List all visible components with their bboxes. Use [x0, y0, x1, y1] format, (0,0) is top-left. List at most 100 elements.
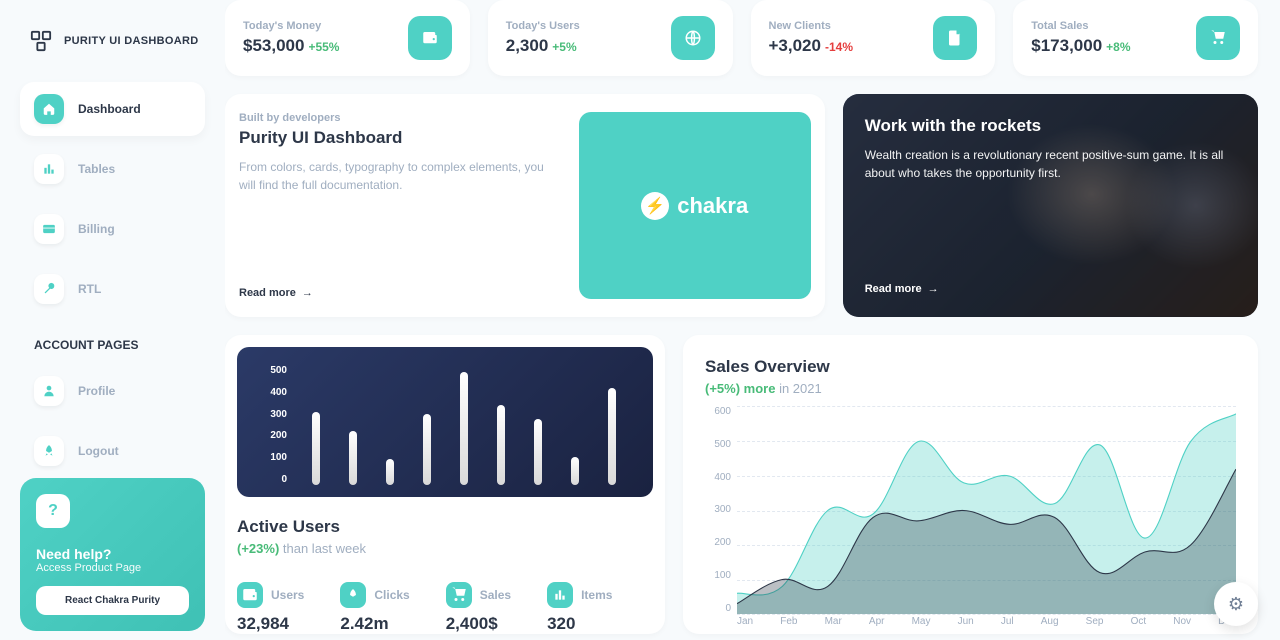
stat-value: $53,000: [243, 36, 304, 55]
x-ticks: JanFebMarAprMayJunJulAugSepOctNovDec: [737, 616, 1236, 634]
brand-logo[interactable]: PURITY UI DASHBOARD: [20, 30, 205, 52]
bolt-icon: ⚡: [641, 192, 669, 220]
active-users-rest: than last week: [279, 541, 366, 556]
y-tick: 300: [245, 409, 287, 420]
nav-tables[interactable]: Tables: [20, 142, 205, 196]
stat-label: Total Sales: [1031, 20, 1130, 32]
x-tick: Jul: [1001, 616, 1014, 634]
stat-value: +3,020: [769, 36, 821, 55]
stat-label: New Clients: [769, 20, 854, 32]
home-icon: [34, 94, 64, 124]
bar: [571, 457, 579, 485]
nav-rtl[interactable]: RTL: [20, 262, 205, 316]
cart-icon: [1196, 16, 1240, 60]
intro-card: Built by developers Purity UI Dashboard …: [225, 94, 825, 317]
y-tick: 300: [705, 504, 731, 515]
nav-main: Dashboard Tables Billing RTL: [20, 82, 205, 316]
brand-name: PURITY UI DASHBOARD: [64, 35, 198, 47]
sales-title: Sales Overview: [705, 357, 1236, 377]
stat-delta: +5%: [552, 40, 576, 54]
intro-title: Purity UI Dashboard: [239, 128, 561, 148]
stat-value: $173,000: [1031, 36, 1102, 55]
nav-label: Logout: [78, 444, 119, 458]
wallet-icon: [237, 582, 263, 608]
bar-chart-plot: [297, 365, 631, 485]
intro-pretitle: Built by developers: [239, 112, 561, 124]
question-icon: ?: [36, 494, 70, 528]
mini-label: Sales: [480, 588, 511, 602]
stat-cards-row: Today's Money $53,000 +55% Today's Users …: [225, 0, 1258, 76]
rocket-read-more[interactable]: Read more →: [865, 283, 939, 295]
x-tick: Sep: [1086, 616, 1104, 634]
help-button[interactable]: React Chakra Purity: [36, 586, 189, 615]
stat-delta: -14%: [825, 40, 853, 54]
nav-label: Profile: [78, 384, 115, 398]
y-ticks: 600 500 400 300 200 100 0: [705, 406, 731, 614]
nav-logout[interactable]: Logout: [20, 424, 205, 478]
y-tick: 600: [705, 406, 731, 417]
sidebar: PURITY UI DASHBOARD Dashboard Tables Bil…: [0, 0, 225, 640]
nav-profile[interactable]: Profile: [20, 364, 205, 418]
y-tick: 500: [705, 439, 731, 450]
bar-chart: 5004003002001000: [237, 347, 653, 497]
cart-icon: [446, 582, 472, 608]
rocket-icon: [340, 582, 366, 608]
bar: [608, 388, 616, 485]
nav-label: RTL: [78, 282, 101, 296]
x-tick: Oct: [1131, 616, 1147, 634]
y-tick: 100: [245, 452, 287, 463]
stat-delta: +55%: [308, 40, 339, 54]
mini-label: Clicks: [374, 588, 409, 602]
stat-card: Today's Users 2,300+5%: [488, 0, 733, 76]
stat-value: 2,300: [506, 36, 549, 55]
bar-chart-yaxis: 5004003002001000: [245, 365, 287, 485]
intro-read-more[interactable]: Read more →: [239, 287, 561, 299]
y-tick: 100: [705, 570, 731, 581]
mini-stat: Clicks 2.42m: [340, 582, 409, 634]
y-tick: 200: [245, 430, 287, 441]
mini-stat: Users32,984: [237, 582, 304, 634]
stat-label: Today's Money: [243, 20, 339, 32]
read-more-label: Read more: [239, 287, 296, 299]
stats-icon: [547, 582, 573, 608]
bar: [423, 414, 431, 485]
sales-chart: 6005004003002001000JanFebMarAprMayJunJul…: [705, 406, 1236, 634]
help-title: Need help?: [36, 546, 189, 562]
nav-label: Dashboard: [78, 102, 141, 116]
read-more-label: Read more: [865, 283, 922, 295]
nav-dashboard[interactable]: Dashboard: [20, 82, 205, 136]
bar: [534, 419, 542, 485]
stats-icon: [34, 154, 64, 184]
active-users-card: 5004003002001000 Active Users (+23%) tha…: [225, 335, 665, 634]
stat-card: New Clients +3,020 -14%: [751, 0, 996, 76]
intro-brand-word: chakra: [677, 193, 748, 219]
card-icon: [34, 214, 64, 244]
x-tick: Mar: [825, 616, 842, 634]
person-icon: [34, 376, 64, 406]
x-tick: May: [912, 616, 931, 634]
mini-value: 2.42m: [340, 614, 409, 634]
y-tick: 200: [705, 537, 731, 548]
nav-billing[interactable]: Billing: [20, 202, 205, 256]
settings-fab[interactable]: ⚙: [1214, 582, 1258, 626]
bar: [497, 405, 505, 485]
arrow-right-icon: →: [302, 287, 313, 299]
sales-rest: in 2021: [775, 381, 821, 396]
y-tick: 400: [705, 472, 731, 483]
help-card: ? Need help? Access Product Page React C…: [20, 478, 205, 631]
mini-stat: Sales2,400$: [446, 582, 511, 634]
rocket-body: Wealth creation is a revolutionary recen…: [865, 146, 1236, 182]
arrow-right-icon: →: [928, 283, 939, 295]
x-tick: Feb: [780, 616, 797, 634]
nav-heading-account: ACCOUNT PAGES: [34, 338, 205, 352]
x-tick: Jun: [958, 616, 974, 634]
document-icon: [933, 16, 977, 60]
x-tick: Nov: [1173, 616, 1191, 634]
help-subtitle: Access Product Page: [36, 562, 189, 574]
bar: [312, 412, 320, 485]
stat-delta: +8%: [1106, 40, 1130, 54]
mini-stats-row: Users32,984Clicks2.42mSales2,400$Items32…: [237, 582, 653, 634]
nav-label: Tables: [78, 162, 115, 176]
y-tick: 0: [705, 603, 731, 614]
bar: [460, 372, 468, 485]
